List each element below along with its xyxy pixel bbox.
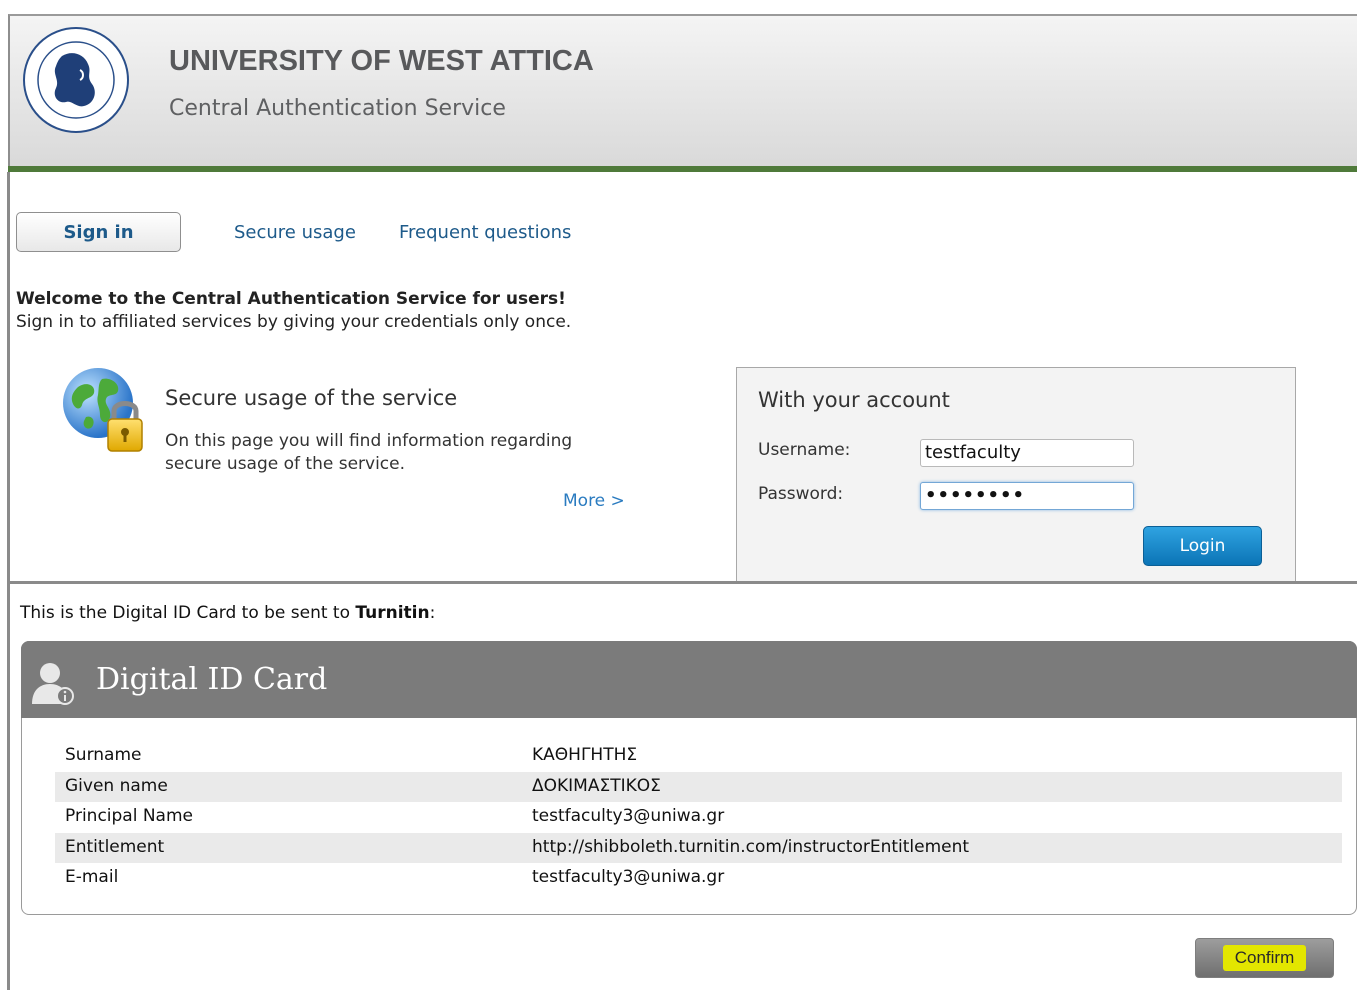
password-input[interactable]: •••••••• (920, 482, 1134, 510)
table-row: Given name ΔΟΚΙΜΑΣΤΙΚΟΣ (55, 772, 1342, 802)
welcome-heading: Welcome to the Central Authentication Se… (16, 289, 566, 309)
tab-secure-usage[interactable]: Secure usage (234, 222, 356, 243)
table-row: Principal Name testfaculty3@uniwa.gr (55, 802, 1342, 832)
attribute-value: http://shibboleth.turnitin.com/instructo… (532, 837, 970, 857)
attribute-value: ΔΟΚΙΜΑΣΤΙΚΟΣ (532, 776, 661, 796)
secure-usage-description: On this page you will find information r… (165, 431, 573, 474)
username-input[interactable]: testfaculty (920, 439, 1134, 467)
consent-prefix: This is the Digital ID Card to be sent t… (20, 603, 356, 623)
table-row: Surname ΚΑΘΗΓΗΤΗΣ (55, 741, 1342, 771)
service-provider-name: Turnitin (355, 603, 430, 623)
confirm-label: Confirm (1222, 945, 1307, 971)
section-divider (8, 581, 1357, 584)
table-row: E-mail testfaculty3@uniwa.gr (55, 863, 1342, 893)
header-divider (8, 166, 1357, 172)
attribute-value: testfaculty3@uniwa.gr (532, 867, 725, 887)
university-title: UNIVERSITY OF WEST ATTICA (169, 45, 594, 77)
secure-usage-title: Secure usage of the service (165, 386, 458, 410)
user-info-icon (32, 663, 74, 705)
confirm-button[interactable]: Confirm (1195, 938, 1334, 978)
card-title: Digital ID Card (96, 662, 328, 697)
service-subtitle: Central Authentication Service (169, 96, 506, 121)
username-label: Username: (758, 440, 851, 460)
tab-sign-in[interactable]: Sign in (16, 212, 181, 252)
university-seal-icon (23, 27, 129, 133)
consent-suffix: : (429, 603, 436, 623)
table-row: Entitlement http://shibboleth.turnitin.c… (55, 833, 1342, 863)
attribute-label: Entitlement (65, 837, 165, 857)
attribute-value: testfaculty3@uniwa.gr (532, 806, 725, 826)
password-label: Password: (758, 484, 844, 504)
login-button[interactable]: Login (1143, 526, 1262, 566)
attribute-label: Surname (65, 745, 142, 765)
consent-text: This is the Digital ID Card to be sent t… (20, 603, 435, 623)
attribute-value: ΚΑΘΗΓΗΤΗΣ (532, 745, 638, 765)
header (8, 14, 1357, 168)
tab-frequent-questions[interactable]: Frequent questions (399, 222, 571, 243)
more-link[interactable]: More > (563, 491, 625, 511)
login-heading: With your account (758, 388, 950, 412)
attribute-label: Principal Name (65, 806, 193, 826)
attribute-label: E-mail (65, 867, 119, 887)
globe-lock-icon (63, 368, 143, 452)
attribute-label: Given name (65, 776, 168, 796)
welcome-text: Sign in to affiliated services by giving… (16, 312, 572, 332)
